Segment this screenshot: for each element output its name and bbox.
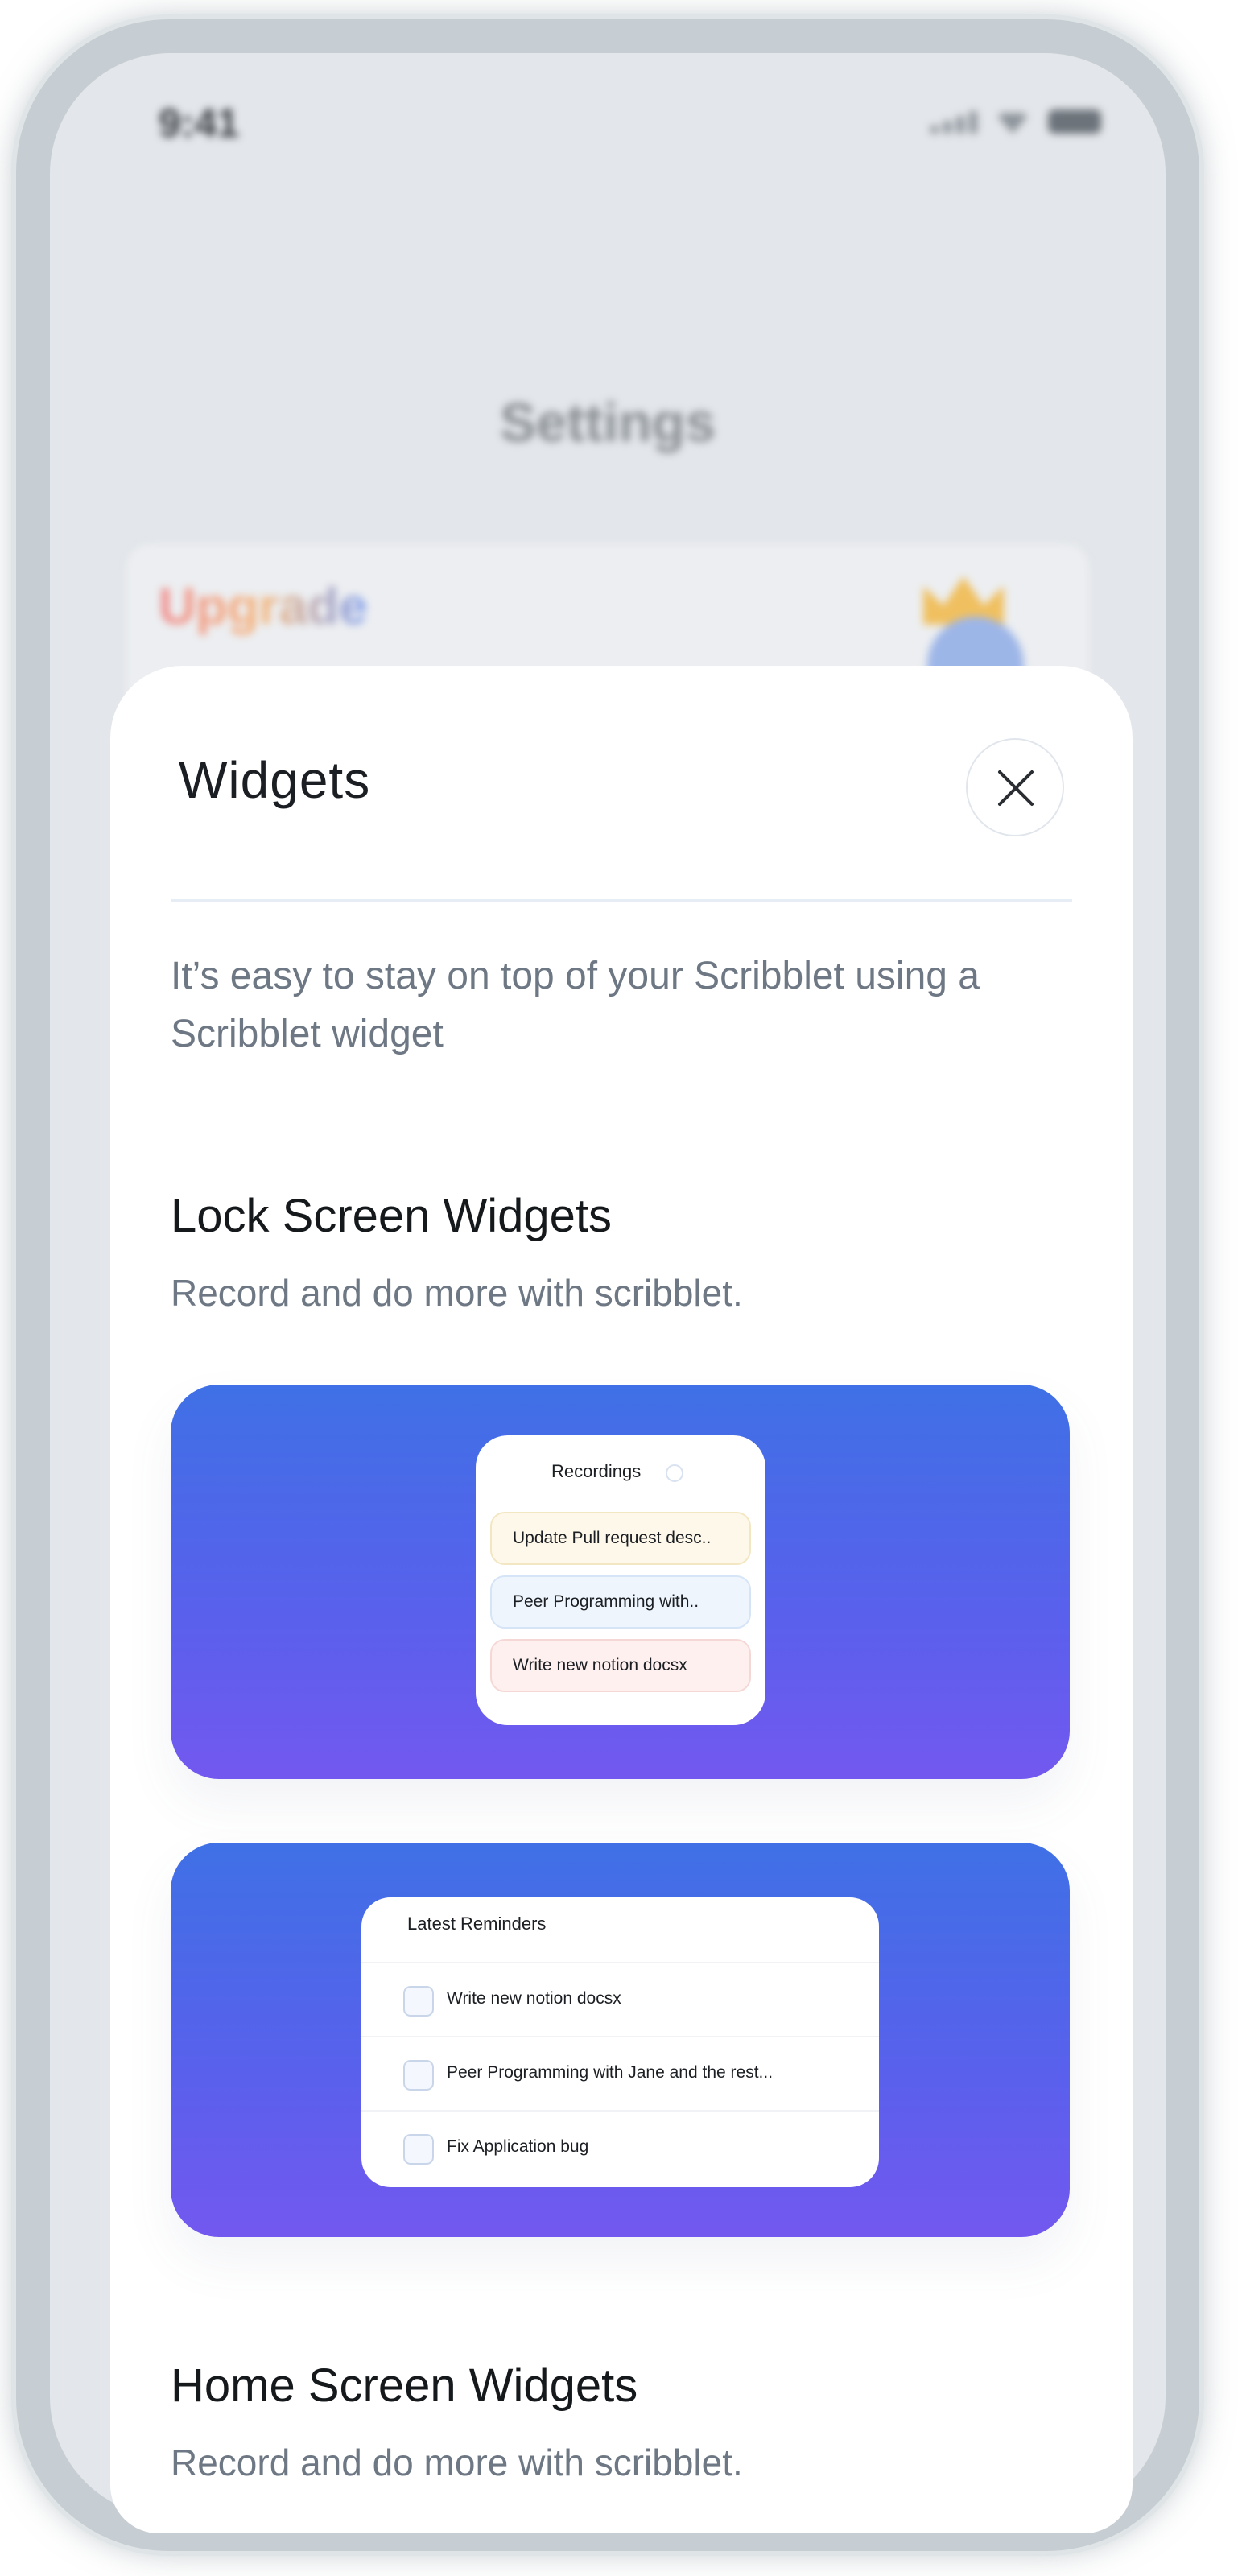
reminder-label: Fix Application bug [447,2137,589,2156]
wifi-icon [995,113,1030,134]
reminders-widget-preview[interactable]: Latest Reminders Write new notion docsx … [171,1843,1070,2237]
divider [171,899,1072,902]
reminder-label: Write new notion docsx [447,1989,621,2008]
background-upgrade-label: Upgrade [159,577,368,635]
recordings-widget: Recordings Update Pull request desc.. Pe… [476,1435,765,1725]
recordings-widget-preview[interactable]: Recordings Update Pull request desc.. Pe… [171,1385,1070,1779]
status-time: 9:41 [159,101,240,146]
home-screen-section-subtitle: Record and do more with scribblet. [171,2442,743,2483]
lock-screen-section-subtitle: Record and do more with scribblet. [171,1272,743,1314]
reminders-widget: Latest Reminders Write new notion docsx … [361,1897,879,2187]
reminder-row: Write new notion docsx [361,1962,879,2037]
recording-item-label: Write new notion docsx [513,1656,687,1674]
sync-icon [666,1464,683,1482]
close-icon [998,770,1034,806]
home-screen-section-title: Home Screen Widgets [171,2359,638,2412]
recording-item: Update Pull request desc.. [490,1512,751,1565]
reminder-row: Fix Application bug [361,2110,879,2186]
recording-item-label: Update Pull request desc.. [513,1529,712,1547]
recording-item: Write new notion docsx [490,1639,751,1692]
reminders-widget-title: Latest Reminders [407,1913,547,1934]
sheet-title: Widgets [179,751,371,809]
close-button[interactable] [966,738,1064,836]
reminder-label: Peer Programming with Jane and the rest.… [447,2063,774,2082]
background-page-title: Settings [499,392,716,453]
widgets-sheet: Widgets It’s easy to stay on top of your… [110,666,1133,2533]
status-icons [930,109,1101,134]
lock-screen-section-title: Lock Screen Widgets [171,1190,613,1242]
checkbox [403,2060,434,2091]
recordings-widget-title: Recordings [551,1461,642,1481]
recording-item-label: Peer Programming with.. [513,1592,699,1611]
recording-item: Peer Programming with.. [490,1575,751,1629]
checkbox [403,2134,434,2165]
battery-icon [1048,109,1101,134]
checkbox [403,1986,434,2017]
intro-text: It’s easy to stay on top of your Scribbl… [171,955,980,1055]
reminder-row: Peer Programming with Jane and the rest.… [361,2036,879,2112]
signal-icon [930,111,977,134]
